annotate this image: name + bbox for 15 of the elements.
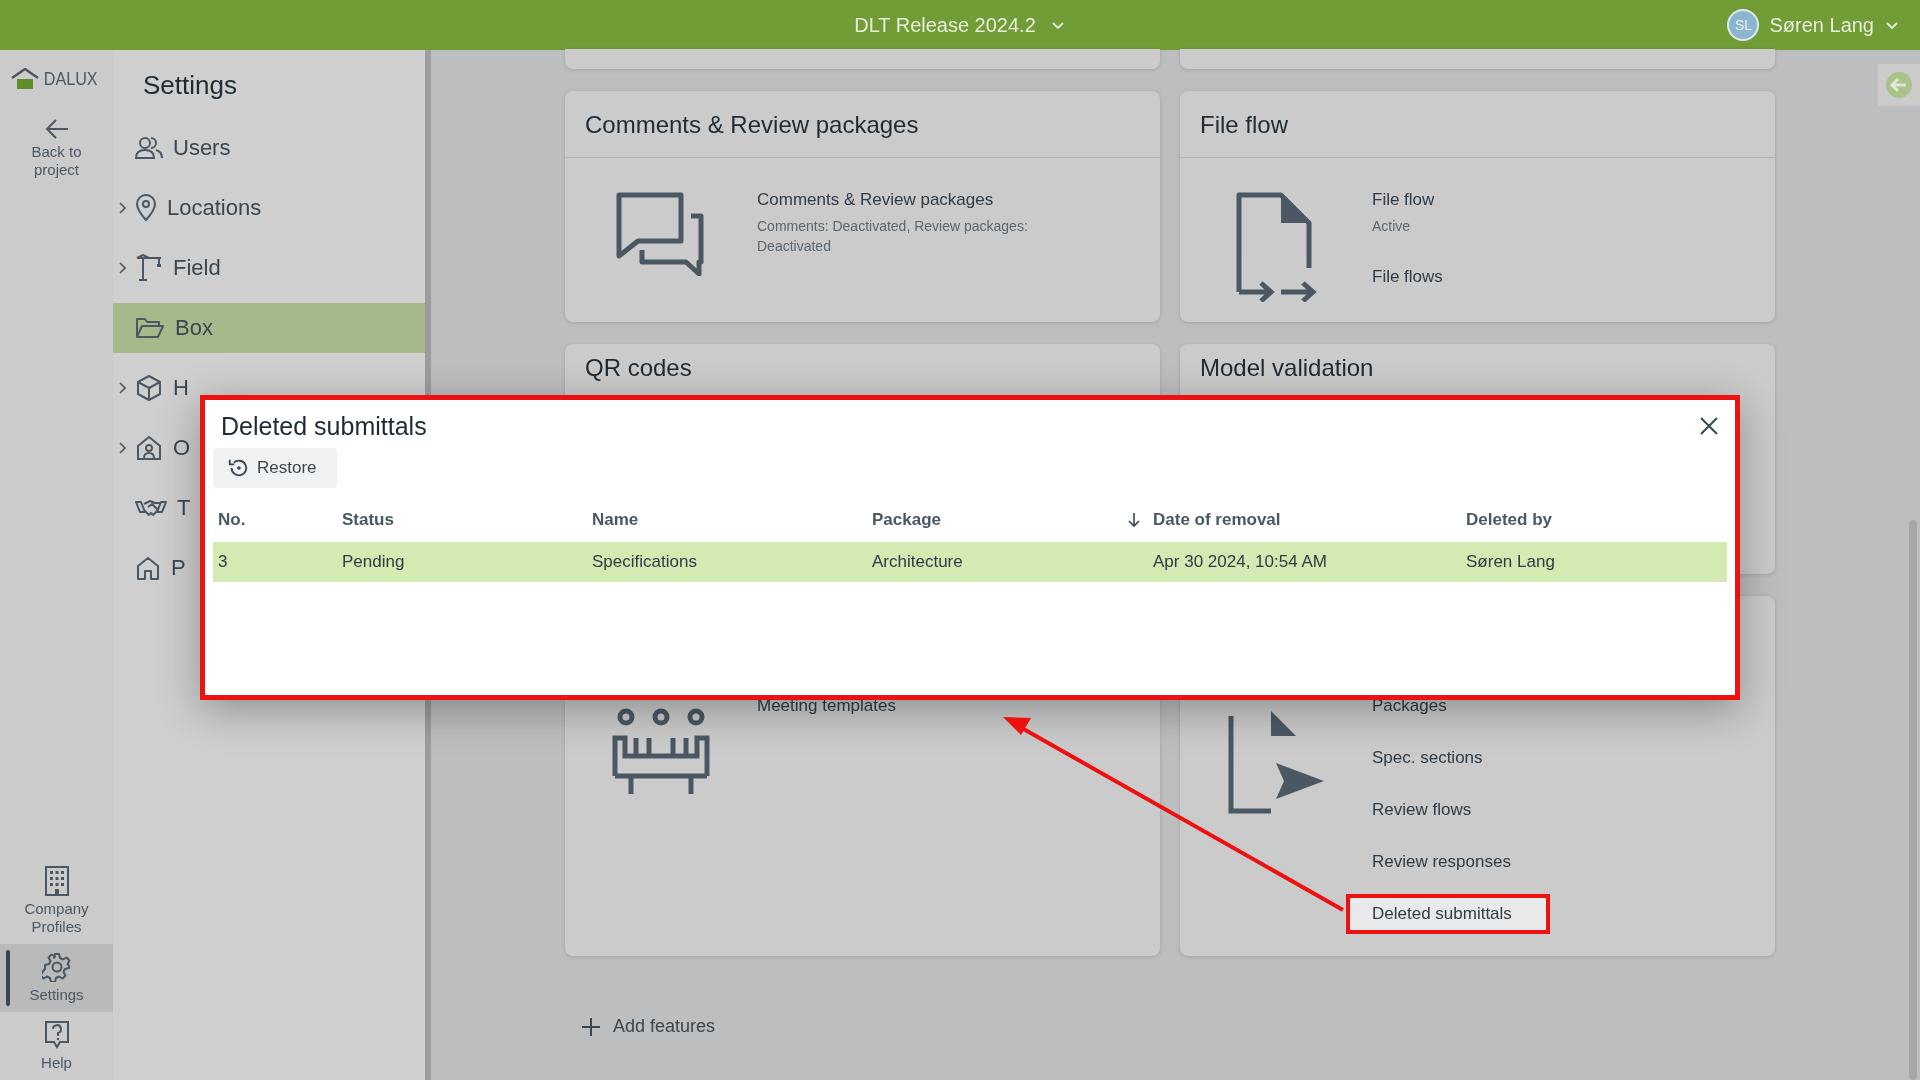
table-cell: 3 (218, 552, 228, 572)
table-cell: Architecture (872, 552, 963, 572)
card-title: File flow (1180, 91, 1775, 158)
table-cell: Specifications (592, 552, 697, 572)
user-name: Søren Lang (1769, 13, 1874, 37)
table-cell: Søren Lang (1466, 552, 1555, 572)
panel-title: Settings (143, 70, 238, 101)
table-cell: Apr 30 2024, 10:54 AM (1153, 552, 1327, 572)
card-title: Comments & Review packages (565, 91, 1160, 158)
card-title: QR codes (584, 353, 693, 383)
dialog-title: Deleted submittals (221, 411, 427, 441)
user-avatar: SL (1727, 9, 1760, 41)
card-title: Model validation (1199, 353, 1375, 383)
table-cell: Pending (342, 552, 405, 572)
logo-text: DALUX (43, 68, 98, 90)
